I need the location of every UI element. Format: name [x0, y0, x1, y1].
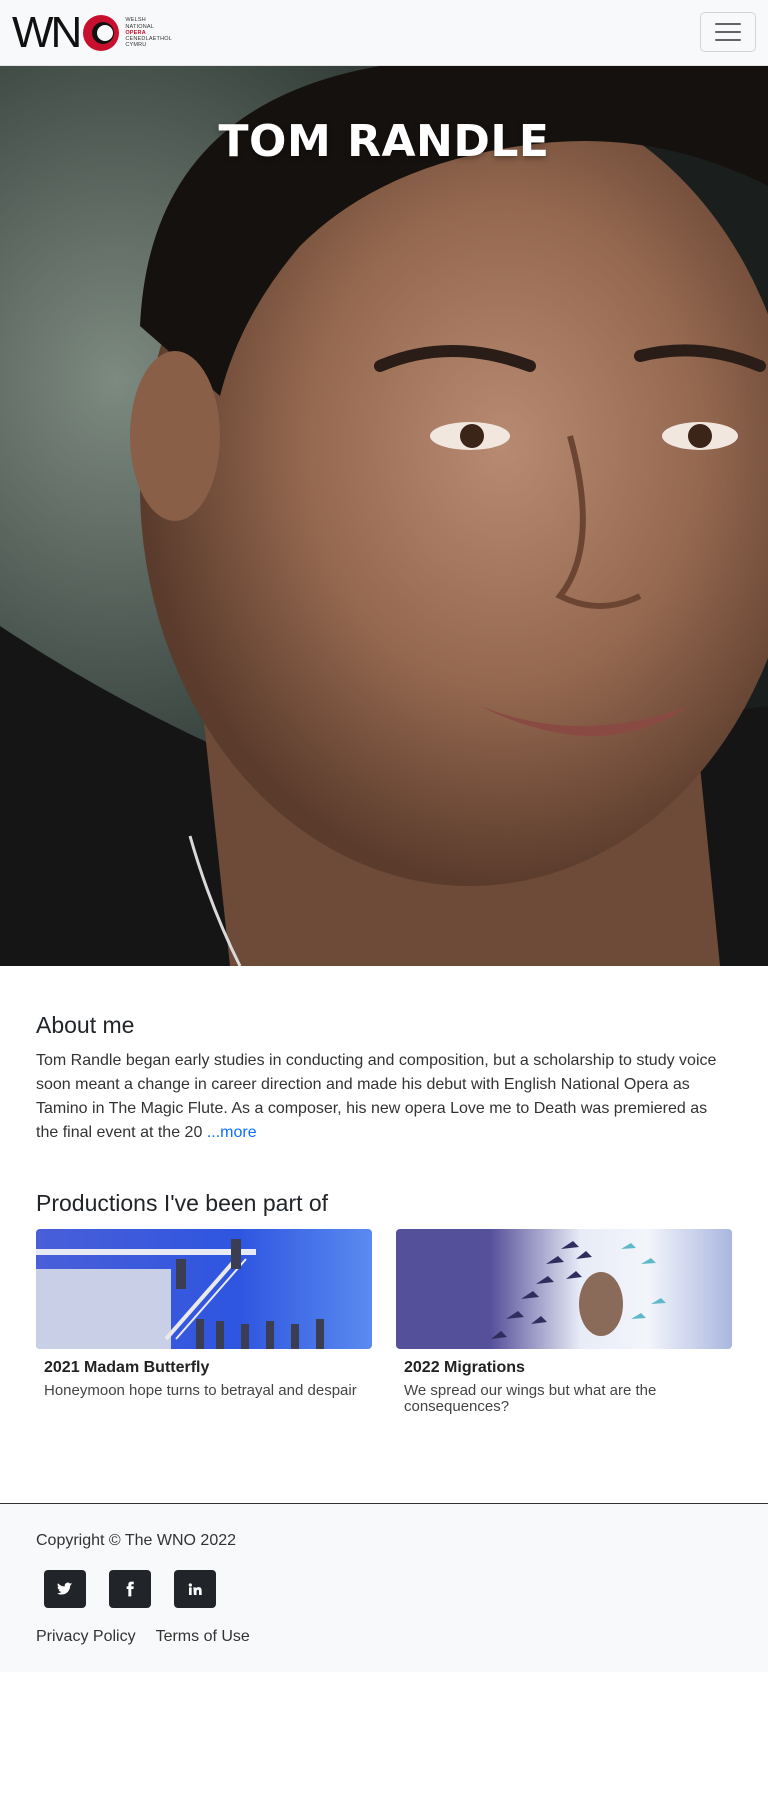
production-image [396, 1229, 732, 1349]
production-card-madam-butterfly[interactable]: 2021 Madam Butterfly Honeymoon hope turn… [36, 1229, 372, 1415]
production-image [36, 1229, 372, 1349]
footer-links: Privacy Policy Terms of Use [36, 1628, 250, 1646]
production-title: 2022 Migrations [404, 1359, 525, 1376]
production-title: 2021 Madam Butterfly [44, 1359, 210, 1376]
linkedin-icon [188, 1583, 202, 1595]
privacy-policy-link[interactable]: Privacy Policy [36, 1628, 136, 1646]
hero-banner: TOM RANDLE [0, 66, 768, 966]
hamburger-menu-icon [715, 23, 741, 25]
linkedin-button[interactable] [174, 1570, 216, 1608]
productions-list: 2021 Madam Butterfly Honeymoon hope turn… [36, 1229, 732, 1415]
read-more-link[interactable]: ...more [207, 1124, 257, 1141]
terms-of-use-link[interactable]: Terms of Use [156, 1628, 250, 1646]
logo-tagline: WELSH NATIONAL OPERA CENEDLAETHOL CYMRU [125, 17, 173, 49]
facebook-icon [126, 1581, 134, 1597]
page-title: TOM RANDLE [218, 116, 550, 167]
facebook-button[interactable] [109, 1570, 151, 1608]
about-heading: About me [36, 1012, 135, 1038]
logo-circle-icon [81, 13, 121, 53]
logo-letters: WN [12, 8, 82, 57]
twitter-button[interactable] [44, 1570, 86, 1608]
productions-heading: Productions I've been part of [36, 1190, 329, 1216]
wno-logo[interactable]: WN WELSH NATIONAL OPERA CENEDLAETHOL CYM… [12, 8, 173, 57]
production-description: Honeymoon hope turns to betrayal and des… [44, 1382, 357, 1399]
about-text: Tom Randle began early studies in conduc… [36, 1052, 717, 1141]
twitter-icon [57, 1582, 73, 1595]
about-section: About me Tom Randle began early studies … [36, 1012, 732, 1145]
social-links [44, 1570, 216, 1608]
copyright-text: Copyright © The WNO 2022 [36, 1532, 237, 1549]
production-description: We spread our wings but what are the con… [404, 1382, 657, 1415]
footer: Copyright © The WNO 2022 Privacy Policy … [0, 1503, 768, 1672]
navbar: WN WELSH NATIONAL OPERA CENEDLAETHOL CYM… [0, 0, 768, 66]
navbar-toggle-button[interactable] [700, 12, 756, 52]
portrait-image [0, 66, 768, 966]
production-card-migrations[interactable]: 2022 Migrations We spread our wings but … [396, 1229, 732, 1415]
productions-section: Productions I've been part of 2021 Madam… [36, 1190, 732, 1415]
